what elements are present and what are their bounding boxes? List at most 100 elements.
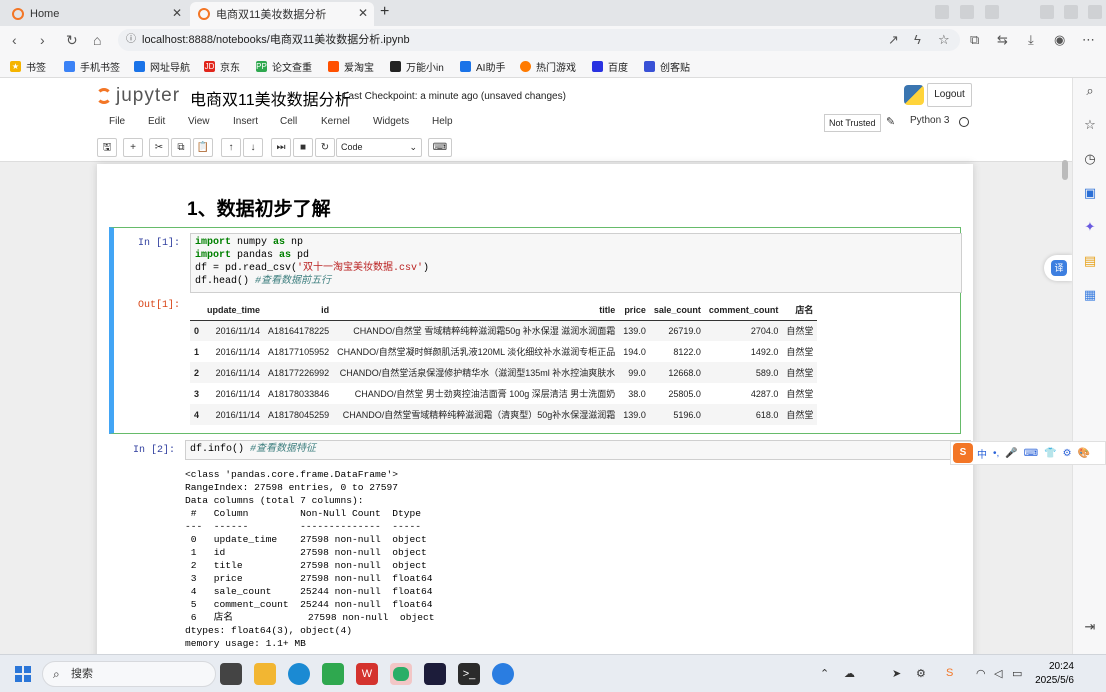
lightning-icon[interactable]: ϟ — [914, 32, 921, 47]
bookmark-item[interactable]: 创客贴 — [644, 59, 690, 74]
star-icon[interactable]: ☆ — [938, 32, 950, 48]
ime-punct-icon[interactable]: •, — [993, 448, 999, 459]
code-cell-1[interactable]: In [1]: import numpy as np import pandas… — [109, 227, 962, 434]
settings-icon[interactable]: ⚙ — [1063, 448, 1072, 459]
stop-icon[interactable]: ■ — [293, 138, 313, 157]
forward-icon[interactable]: › — [40, 32, 45, 48]
trust-button[interactable]: Not Trusted — [824, 114, 881, 132]
keyboard-icon[interactable]: ⌨ — [1024, 448, 1038, 459]
close-icon[interactable]: ✕ — [172, 6, 182, 20]
tab-notebook[interactable]: 电商双11美妆数据分析 ✕ — [190, 2, 374, 26]
ime-mode-chinese[interactable]: 中 — [977, 446, 987, 461]
move-up-icon[interactable]: ↑ — [221, 138, 241, 157]
bookmark-item[interactable]: AI助手 — [460, 59, 505, 74]
bookmark-item[interactable]: 网址导航 — [134, 59, 190, 74]
extensions-icon[interactable]: ⧉ — [970, 32, 979, 48]
run-icon[interactable]: ⏭ — [271, 138, 291, 157]
notes-icon[interactable]: ▤ — [1081, 252, 1099, 270]
bookmark-item[interactable]: 万能小in — [390, 59, 444, 74]
keyboard-icon[interactable]: ⌨ — [428, 138, 452, 157]
download-icon[interactable]: ⤓ — [1028, 32, 1034, 48]
bookmark-item[interactable]: 手机书签 — [64, 59, 120, 74]
home-icon[interactable]: ⌂ — [93, 32, 101, 48]
jupyter-logo[interactable]: jupyter — [96, 85, 180, 107]
bookmark-item[interactable]: 百度 — [592, 59, 628, 74]
close-window-icon[interactable] — [1088, 5, 1102, 19]
bookmark-item[interactable]: ★ 书签 — [10, 59, 46, 74]
code-cell-2[interactable]: In [2]: df.info() #查看数据特征 <class 'pandas… — [109, 438, 971, 654]
new-tab-plus-icon[interactable]: + — [380, 3, 389, 21]
translate-icon[interactable]: ▦ — [1081, 286, 1099, 304]
site-info-icon[interactable]: ⓘ — [126, 29, 136, 51]
window-icon[interactable] — [985, 5, 999, 19]
browser-icon[interactable] — [492, 663, 514, 685]
sidebar-toggle-icon[interactable]: ⇆ — [997, 32, 1008, 48]
taskbar-search-input[interactable]: ⌕ 搜索 — [42, 661, 216, 687]
menu-view[interactable]: View — [188, 116, 210, 127]
code-editor[interactable]: import numpy as np import pandas as pd d… — [190, 233, 962, 293]
history-icon[interactable]: ◷ — [1081, 150, 1099, 168]
back-icon[interactable]: ‹ — [12, 32, 17, 48]
terminal-icon[interactable]: >_ — [458, 663, 480, 685]
more-icon[interactable]: ⋯ — [1082, 32, 1095, 48]
move-down-icon[interactable]: ↓ — [243, 138, 263, 157]
menu-edit[interactable]: Edit — [148, 116, 165, 127]
pencil-icon[interactable]: ✎ — [886, 115, 895, 128]
maximize-icon[interactable] — [1064, 5, 1078, 19]
cloud-icon[interactable]: ☁ — [844, 667, 855, 680]
scrollbar-thumb[interactable] — [1062, 160, 1068, 180]
notebook-title[interactable]: 电商双11美妆数据分析 — [190, 86, 351, 110]
wifi-icon[interactable]: ◠ — [976, 667, 986, 680]
translate-float-button[interactable]: 译 — [1044, 255, 1072, 281]
close-icon[interactable]: ✕ — [358, 6, 368, 20]
sogou-ime-icon[interactable]: S — [953, 443, 973, 463]
bookmark-item[interactable]: 爱淘宝 — [328, 59, 374, 74]
wps-icon[interactable]: W — [356, 663, 378, 685]
restart-icon[interactable]: ↻ — [315, 138, 335, 157]
collapse-sidebar-icon[interactable]: ⇥ — [1081, 618, 1099, 636]
menu-help[interactable]: Help — [432, 116, 453, 127]
search-icon[interactable]: ⌕ — [1081, 82, 1099, 100]
game-controller-icon[interactable]: ✦ — [1081, 218, 1099, 236]
chevron-up-icon[interactable]: ⌃ — [820, 667, 829, 680]
window-icon[interactable] — [935, 5, 949, 19]
insert-cell-icon[interactable]: + — [123, 138, 143, 157]
windows-start-icon[interactable] — [15, 666, 31, 682]
ai-icon[interactable]: ▣ — [1081, 184, 1099, 202]
pycharm-icon[interactable] — [424, 663, 446, 685]
logout-button[interactable]: Logout — [927, 83, 972, 107]
url-input[interactable]: ⓘ localhost:8888/notebooks/电商双11美妆数据分析.i… — [118, 29, 960, 51]
minimize-icon[interactable] — [1040, 5, 1054, 19]
volume-icon[interactable]: ◁ — [994, 667, 1002, 680]
paste-icon[interactable]: 📋 — [193, 138, 213, 157]
tray-app-icon[interactable]: ⚙ — [916, 667, 926, 680]
bookmark-item[interactable]: PP 论文查重 — [256, 59, 312, 74]
menu-file[interactable]: File — [109, 116, 125, 127]
avatar[interactable]: ◉ — [1054, 32, 1065, 48]
code-editor[interactable]: df.info() #查看数据特征 — [185, 440, 971, 460]
favorites-icon[interactable]: ☆ — [1081, 116, 1099, 134]
menu-cell[interactable]: Cell — [280, 116, 297, 127]
wechat-icon[interactable] — [390, 663, 412, 685]
save-icon[interactable]: 🖫 — [97, 138, 117, 157]
cut-icon[interactable]: ✂ — [149, 138, 169, 157]
battery-icon[interactable]: ▭ — [1012, 667, 1022, 680]
reload-icon[interactable]: ↻ — [66, 32, 78, 49]
task-view-icon[interactable] — [220, 663, 242, 685]
share-icon[interactable]: ↗ — [888, 32, 899, 48]
menu-widgets[interactable]: Widgets — [373, 116, 409, 127]
copy-icon[interactable]: ⧉ — [171, 138, 191, 157]
taskbar-clock[interactable]: 20:24 2025/5/6 — [1034, 660, 1074, 688]
edge-icon[interactable] — [288, 663, 310, 685]
menu-kernel[interactable]: Kernel — [321, 116, 350, 127]
window-icon[interactable] — [960, 5, 974, 19]
cell-type-select[interactable]: Code ⌄ — [336, 138, 422, 157]
theme-icon[interactable]: 🎨 — [1078, 448, 1090, 459]
store-icon[interactable] — [322, 663, 344, 685]
sogou-tray-icon[interactable]: S — [946, 667, 953, 679]
bookmark-item[interactable]: JD 京东 — [204, 59, 240, 74]
bookmark-item[interactable]: 热门游戏 — [520, 59, 576, 74]
file-explorer-icon[interactable] — [254, 663, 276, 685]
send-icon[interactable]: ➤ — [892, 667, 901, 680]
microphone-icon[interactable]: 🎤 — [1005, 448, 1017, 459]
